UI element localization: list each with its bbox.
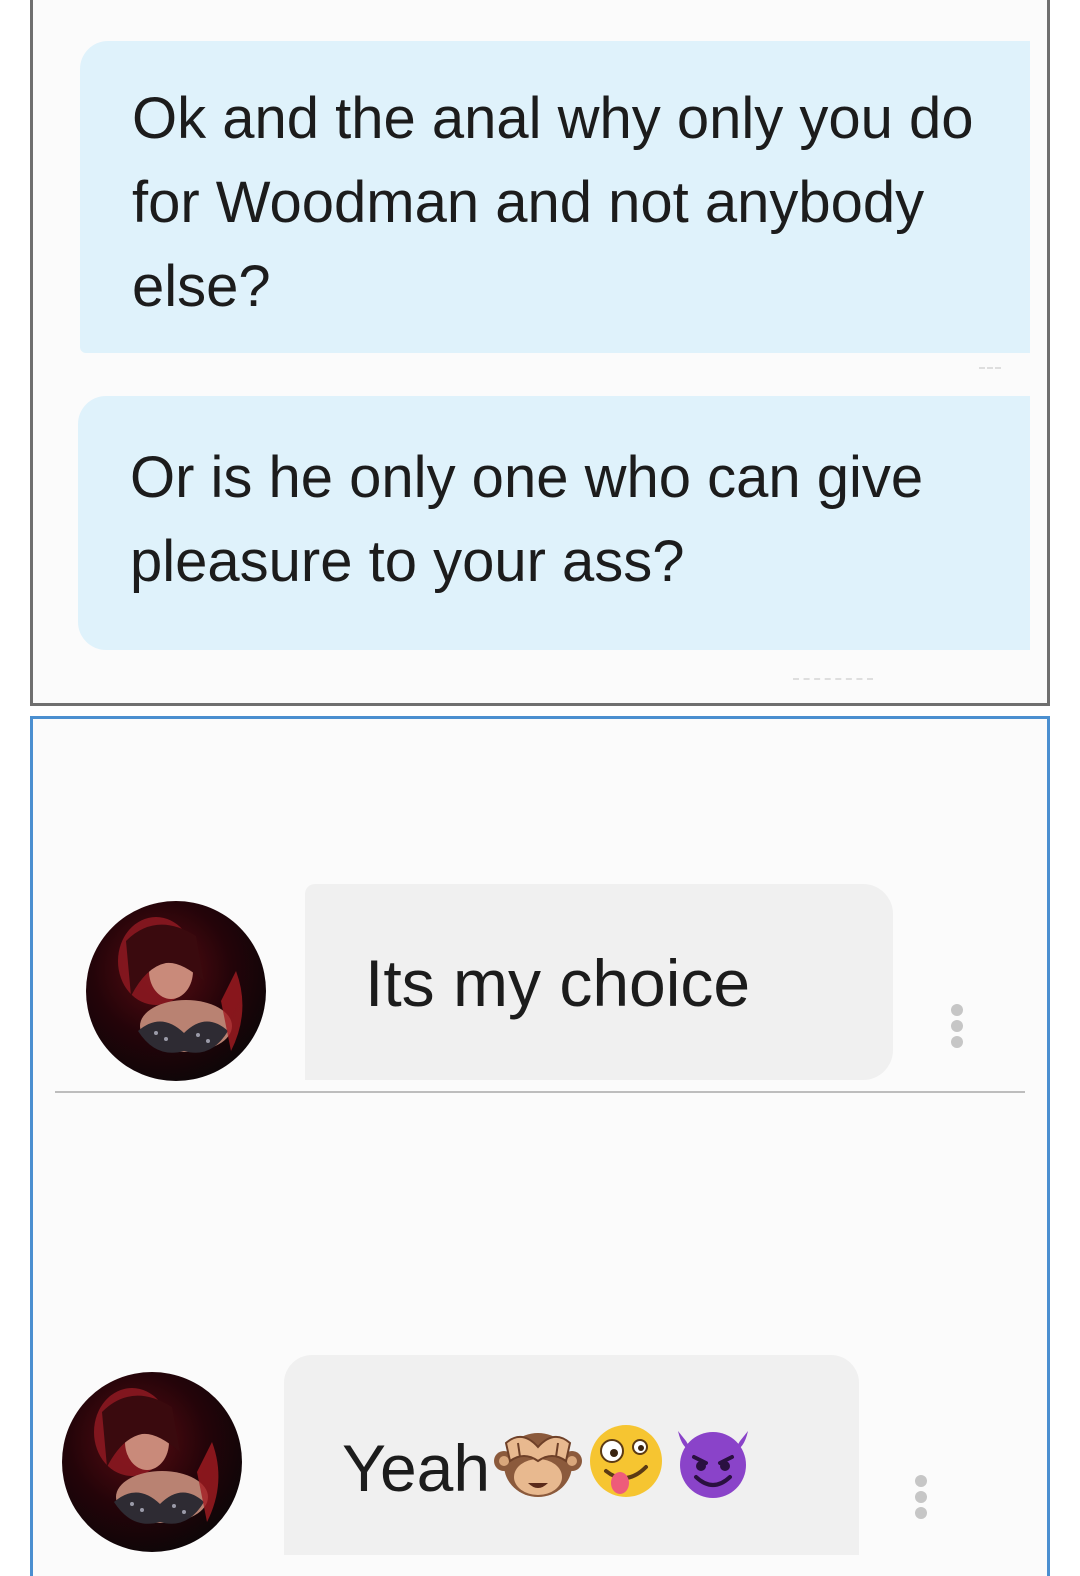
avatar-photo-icon: [94, 1388, 219, 1524]
sent-message-text: Ok and the anal why only you do for Wood…: [132, 86, 974, 319]
sent-message-text: Or is he only one who can give pleasure …: [130, 445, 924, 594]
message-divider: [55, 1091, 1025, 1093]
received-message-bubble[interactable]: Yeah: [284, 1355, 859, 1555]
zany-face-emoji: [586, 1421, 666, 1511]
sent-message-bubble[interactable]: Or is he only one who can give pleasure …: [78, 396, 1030, 650]
divider-dots: [793, 678, 873, 682]
contact-avatar[interactable]: [62, 1372, 242, 1552]
sent-message-bubble[interactable]: Ok and the anal why only you do for Wood…: [80, 41, 1030, 353]
smiling-devil-emoji: [668, 1421, 758, 1511]
received-message-text: Its my choice: [365, 946, 751, 1020]
received-messages-panel: Its my choice Yeah: [30, 716, 1050, 1576]
see-no-evil-monkey-emoji: [492, 1421, 584, 1511]
avatar-photo-icon: [118, 917, 243, 1053]
received-message-text: Yeah: [342, 1431, 491, 1505]
divider-dots: [979, 367, 1001, 371]
sent-messages-panel: Ok and the anal why only you do for Wood…: [30, 0, 1050, 706]
more-vertical-icon[interactable]: [949, 1004, 965, 1052]
more-vertical-icon[interactable]: [913, 1475, 929, 1523]
contact-avatar[interactable]: [86, 901, 266, 1081]
received-message-bubble[interactable]: Its my choice: [305, 884, 893, 1080]
